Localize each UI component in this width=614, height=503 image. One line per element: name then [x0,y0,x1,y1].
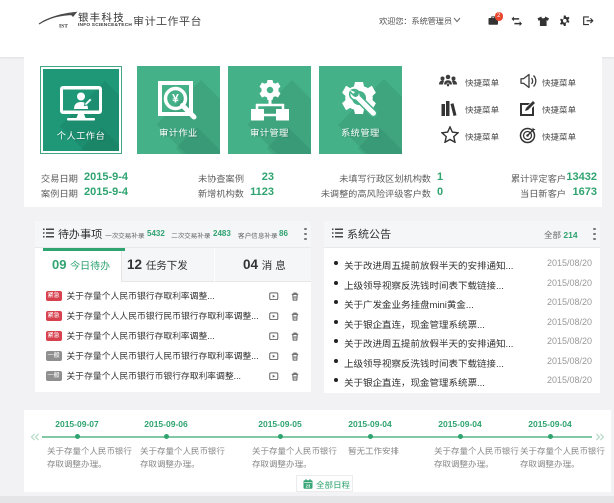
svg-text:23: 23 [306,483,311,488]
svg-text:¥: ¥ [172,92,179,106]
svg-text:IST: IST [59,24,68,29]
